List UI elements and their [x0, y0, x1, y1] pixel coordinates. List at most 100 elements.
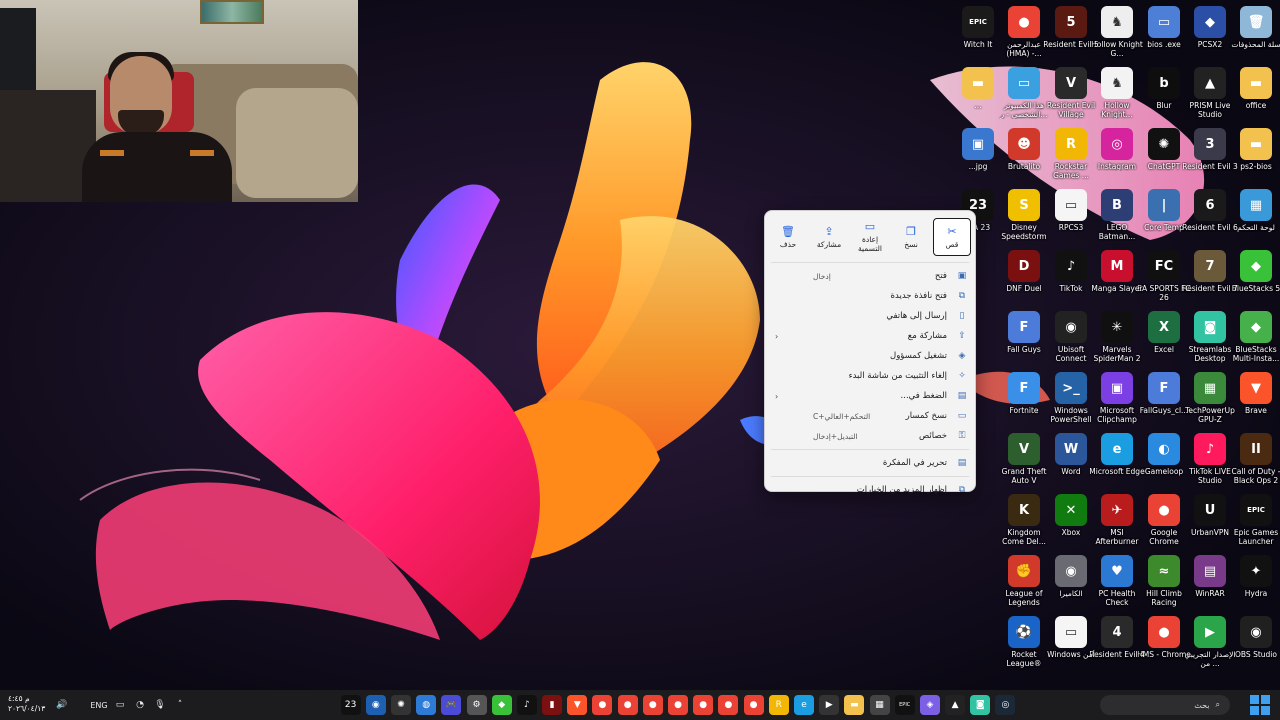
desktop-icon[interactable]: W Word: [1044, 433, 1098, 493]
desktop-icon[interactable]: F FallGuys_cl...: [1137, 372, 1191, 432]
chevron-up-icon[interactable]: ˄: [170, 695, 190, 715]
desktop-icon[interactable]: ♪ TikTok LIVE Studio: [1183, 433, 1237, 493]
desktop-icon[interactable]: ≈ Hill Climb Racing: [1137, 555, 1191, 615]
chrome-task-icon-2[interactable]: ●: [617, 695, 638, 715]
menu-item[interactable]: ▭ نسخ كمسار التحكم+العالي+C: [765, 406, 975, 426]
volume-icon[interactable]: 🔊: [52, 695, 72, 715]
menu-item[interactable]: ▤ تحرير في المفكرة: [765, 453, 975, 473]
desktop-icon[interactable]: F Fall Guys: [997, 311, 1051, 371]
clock[interactable]: م ٤:٤٥ ٢٠٢٦/٠٤/١٣: [8, 694, 45, 714]
show-more-options[interactable]: ⧉ إظهار المزيد من الخيارات: [765, 480, 975, 500]
desktop-icon[interactable]: ✺ ChatGPT: [1137, 128, 1191, 188]
desktop-icon[interactable]: V Resident Evil Village: [1044, 67, 1098, 127]
chrome-task-icon-1[interactable]: ●: [592, 695, 613, 715]
desktop-icon[interactable]: M Manga Slayer: [1090, 250, 1144, 310]
media-player-icon[interactable]: ▶: [819, 695, 840, 715]
desktop-icon[interactable]: ▭ bios .exe: [1137, 6, 1191, 66]
desktop-icon[interactable]: ● HMS - Chrome: [1137, 616, 1191, 676]
rockstar-task-icon[interactable]: R: [768, 695, 789, 715]
file-explorer-icon[interactable]: ▬: [844, 695, 865, 715]
gaming-app-icon[interactable]: ◉: [365, 695, 386, 715]
desktop-icon[interactable]: ▭ هذا الكمبيوتر الشخصي - ر...: [997, 67, 1051, 127]
menu-item[interactable]: ◈ تشغيل كمسؤول: [765, 346, 975, 366]
menu-item[interactable]: ▣ فتح إدخال: [765, 266, 975, 286]
menu-item[interactable]: ⇪ مشاركة مع ‹: [765, 326, 975, 346]
desktop-icon[interactable]: ✕ Xbox: [1044, 494, 1098, 554]
chrome-task-icon-4[interactable]: ●: [668, 695, 689, 715]
copilot-icon[interactable]: ◈: [919, 695, 940, 715]
desktop-icon[interactable]: ◐ Gameloop: [1137, 433, 1191, 493]
chrome-task-icon-7[interactable]: ●: [743, 695, 764, 715]
desktop-icon[interactable]: ▭ Windows أمن: [1044, 616, 1098, 676]
brave-task-icon[interactable]: ▼: [567, 695, 588, 715]
menu-item[interactable]: ⚿ خصائص التبديل+إدخال: [765, 426, 975, 446]
desktop-icon[interactable]: 6 Resident Evil 6: [1182, 189, 1238, 249]
menu-item[interactable]: ✧ إلغاء التثبيت من شاشة البدء: [765, 366, 975, 386]
desktop-icon[interactable]: ▭ RPCS3: [1044, 189, 1098, 249]
start-button[interactable]: [1250, 695, 1270, 715]
menu-item[interactable]: ▤ الضغط في... ‹: [765, 386, 975, 406]
desktop-icon[interactable]: S Disney Speedstorm: [997, 189, 1051, 249]
desktop-icon[interactable]: R Rockstar Games ...: [1044, 128, 1098, 188]
desktop-icon[interactable]: 5 Resident Evil 5: [1043, 6, 1099, 66]
cut-button[interactable]: ✂ قص: [933, 218, 971, 256]
desktop-icon[interactable]: 4 Resident Evil 4: [1089, 616, 1145, 676]
bluestacks-task-icon[interactable]: ◆: [491, 695, 512, 715]
desktop-icon[interactable]: ◉ Ubisoft Connect: [1044, 311, 1098, 371]
globe-app-icon[interactable]: ◍: [416, 695, 437, 715]
copy-button[interactable]: ❐ نسخ: [892, 218, 930, 256]
network-icon[interactable]: ▭: [110, 695, 130, 715]
desktop-icon[interactable]: ✈ MSI Afterburner: [1090, 494, 1144, 554]
delete-button[interactable]: 🗑 حذف: [769, 218, 807, 256]
desktop-icon[interactable]: ● عبدالرحمن (HMA) -...: [997, 6, 1051, 66]
desktop-icon[interactable]: ▣ ...jpg: [951, 128, 1005, 188]
steam-icon[interactable]: ◎: [995, 695, 1016, 715]
menu-item[interactable]: ⧉ فتح نافذة جديدة: [765, 286, 975, 306]
desktop-icon[interactable]: FC EA SPORTS FC 26: [1137, 250, 1191, 310]
rename-button[interactable]: ▭ إعادة التسمية: [851, 218, 889, 256]
desktop-icon[interactable]: F Fortnite: [997, 372, 1051, 432]
tiktok-task-icon[interactable]: ♪: [516, 695, 537, 715]
share-button[interactable]: ⇪ مشاركة: [810, 218, 848, 256]
desktop-icon[interactable]: ♪ TikTok: [1044, 250, 1098, 310]
settings-cog-icon[interactable]: ✺: [390, 695, 411, 715]
store-icon[interactable]: ▦: [869, 695, 890, 715]
chrome-task-icon-5[interactable]: ●: [693, 695, 714, 715]
desktop-icon[interactable]: e Microsoft Edge: [1089, 433, 1145, 493]
chrome-task-icon-6[interactable]: ●: [718, 695, 739, 715]
desktop-icon[interactable]: | Core Temp: [1137, 189, 1191, 249]
desktop-icon[interactable]: ☻ Brutalito: [997, 128, 1051, 188]
desktop-icon[interactable]: ✊ League of Legends: [997, 555, 1051, 615]
desktop-icon[interactable]: D DNF Duel: [997, 250, 1051, 310]
terminal-icon[interactable]: ▲: [945, 695, 966, 715]
red-app-icon[interactable]: ▮: [542, 695, 563, 715]
controller-app-icon[interactable]: 🎮: [441, 695, 462, 715]
desktop-icon[interactable]: ▦ TechPowerUp GPU-Z: [1183, 372, 1237, 432]
desktop-icon[interactable]: ▲ PRISM Live Studio: [1183, 67, 1237, 127]
desktop-icon[interactable]: B LEGO Batman...: [1090, 189, 1144, 249]
desktop-icon[interactable]: 3 Resident Evil 3: [1182, 128, 1238, 188]
defender-icon[interactable]: ◔: [130, 695, 150, 715]
desktop-icon[interactable]: X Excel: [1137, 311, 1191, 371]
desktop-icon[interactable]: ◆ PCSX2: [1183, 6, 1237, 66]
fifa-23-app-icon[interactable]: 23: [340, 695, 361, 715]
desktop-icon[interactable]: ▬...: [951, 67, 1005, 127]
desktop-icon[interactable]: ◙ Streamlabs Desktop: [1183, 311, 1237, 371]
desktop-icon[interactable]: ▶ الإصدار التجريبي من ...: [1183, 616, 1237, 676]
language-indicator[interactable]: ENG: [88, 695, 110, 715]
taskbar-search[interactable]: ⌕ بحث: [1100, 695, 1230, 715]
desktop-icon[interactable]: V Grand Theft Auto V: [997, 433, 1051, 493]
menu-item[interactable]: ▯ إرسال إلى هاتفي: [765, 306, 975, 326]
desktop-icon[interactable]: >_ Windows PowerShell: [1044, 372, 1098, 432]
desktop-icon[interactable]: ● Google Chrome: [1137, 494, 1191, 554]
desktop-icon[interactable]: ◉ الكاميرا: [1044, 555, 1098, 615]
chrome-task-icon-3[interactable]: ●: [642, 695, 663, 715]
streamlabs-task-icon[interactable]: ◙: [970, 695, 991, 715]
desktop-icon[interactable]: ♥ PC Health Check: [1090, 555, 1144, 615]
desktop-icon[interactable]: ♞ Hollow Knight G...: [1090, 6, 1144, 66]
desktop-icon[interactable]: ⚽ Rocket League®: [997, 616, 1051, 676]
desktop-icon[interactable]: b Blur: [1137, 67, 1191, 127]
desktop-icon[interactable]: EPIC Witch It: [951, 6, 1005, 66]
edge-task-icon[interactable]: e: [793, 695, 814, 715]
mic-icon[interactable]: 🎙: [150, 695, 170, 715]
